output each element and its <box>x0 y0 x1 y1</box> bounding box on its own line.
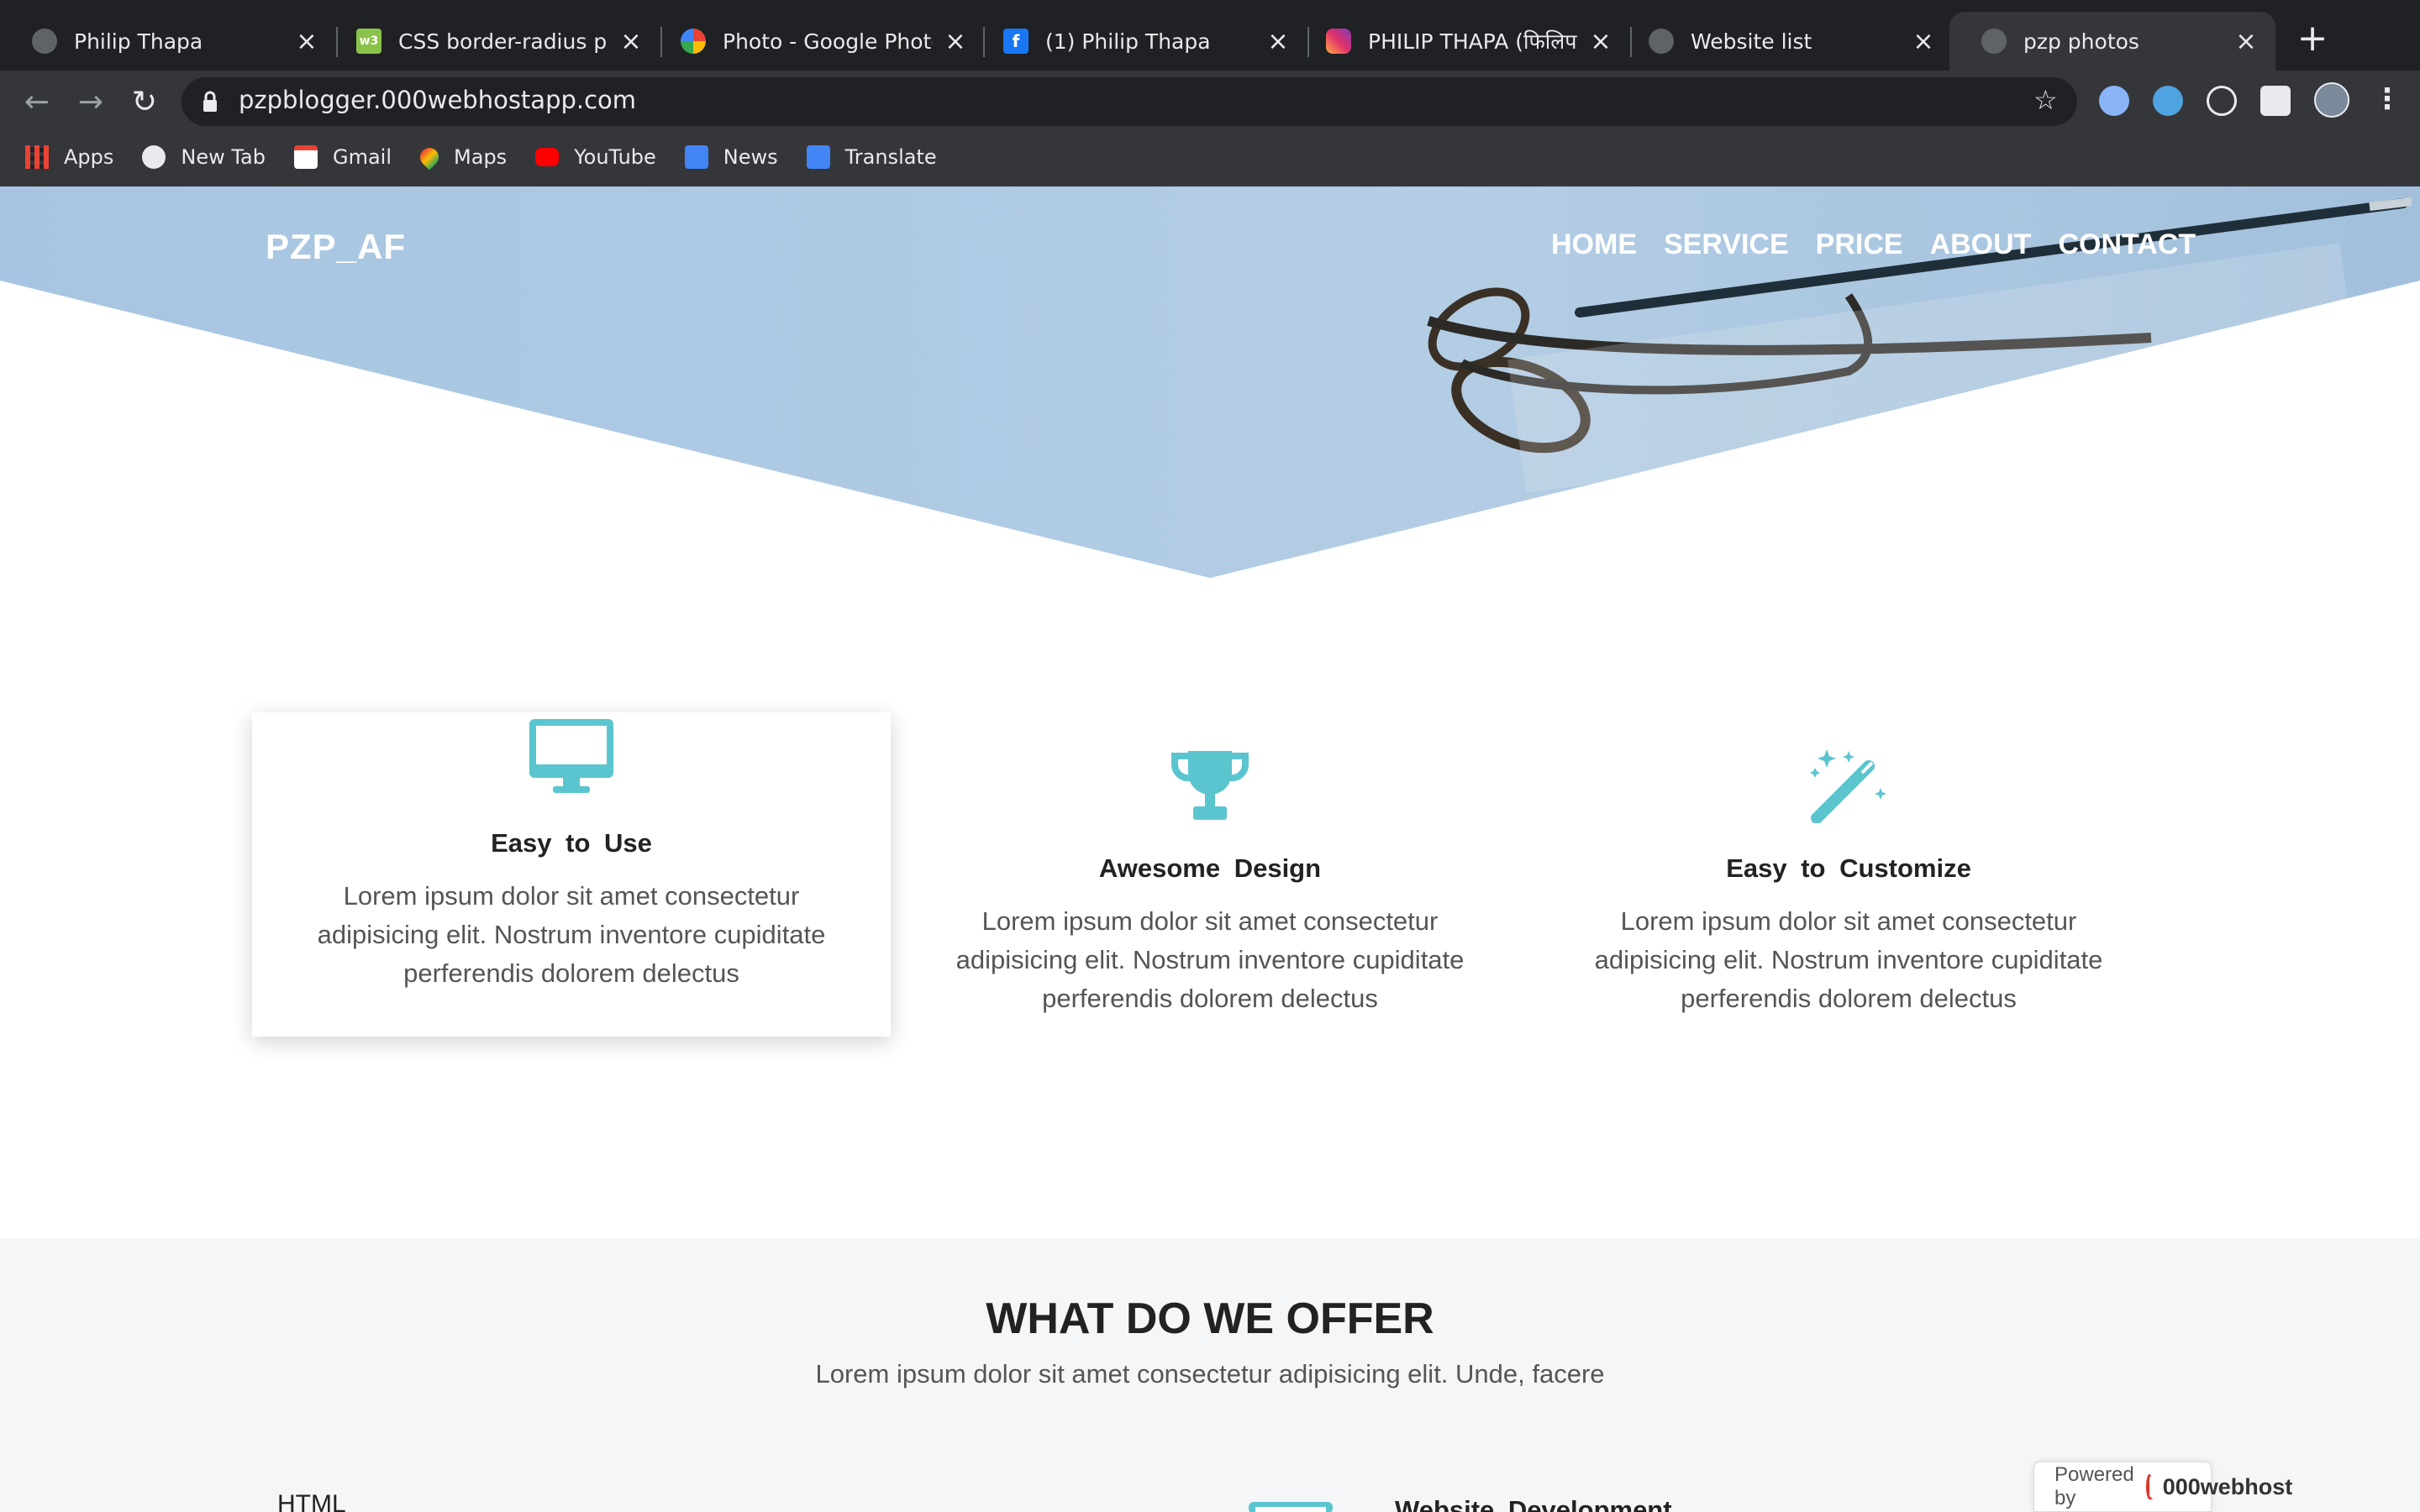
hero-banner: PZP_AF HOME SERVICE PRICE ABOUT CONTACT <box>0 186 2420 578</box>
feature-title: Easy to Use <box>491 828 652 858</box>
back-icon[interactable]: ← <box>18 84 55 121</box>
tab-title: (1) Philip Thapa <box>1045 29 1211 54</box>
bookmark-news[interactable]: News <box>684 145 778 169</box>
bookmark-apps[interactable]: Apps <box>25 145 113 169</box>
close-icon[interactable]: × <box>294 27 319 56</box>
globe-icon <box>142 145 166 169</box>
maps-icon <box>416 144 443 171</box>
nav-home[interactable]: HOME <box>1551 228 1637 261</box>
site-logo[interactable]: PZP_AF <box>266 227 406 267</box>
tab-instagram[interactable]: PHILIP THAPA (फिलिप थ × <box>1294 12 1630 71</box>
feature-easy-to-customize: Easy to Customize Lorem ipsum dolor sit … <box>1529 748 2168 1018</box>
powered-by-badge[interactable]: Powered by 000webhost <box>2033 1462 2292 1512</box>
tab-title: Website list <box>1691 29 1812 54</box>
tab-strip: Philip Thapa × w3 CSS border-radius pro … <box>0 0 2420 71</box>
tab-title: CSS border-radius pro <box>398 29 608 54</box>
bookmark-label: New Tab <box>181 145 266 169</box>
avatar[interactable] <box>2314 82 2349 118</box>
gmail-icon <box>294 145 318 169</box>
monitor-icon <box>1249 1502 1333 1512</box>
main-nav: HOME SERVICE PRICE ABOUT CONTACT <box>1551 228 2223 261</box>
powered-by-text: Powered by <box>2054 1463 2134 1509</box>
tab-google-photos[interactable]: Photo - Google Photos × <box>649 12 985 71</box>
more-menu-icon[interactable]: ⋮ <box>2373 82 2402 116</box>
monitor-icon <box>529 719 613 793</box>
bookmark-label: YouTube <box>574 145 656 169</box>
bookmark-label: News <box>723 145 778 169</box>
section-title: WHAT DO WE OFFER <box>986 1294 1434 1343</box>
feature-text: Lorem ipsum dolor sit amet consectetur a… <box>1594 906 2103 1013</box>
close-icon[interactable]: × <box>618 27 644 56</box>
tab-facebook[interactable]: f (1) Philip Thapa × <box>971 12 1307 71</box>
w3-icon: w3 <box>356 29 381 54</box>
google-photos-icon <box>681 29 706 54</box>
tab-title: PHILIP THAPA (फिलिप थ <box>1368 29 1578 54</box>
feature-title: Easy to Customize <box>1726 853 1971 883</box>
bookmark-gmail[interactable]: Gmail <box>294 145 392 169</box>
facebook-icon: f <box>1003 29 1028 54</box>
tab-website-list[interactable]: Website list × <box>1617 12 1953 71</box>
url-text[interactable]: pzpblogger.000webhostapp.com <box>239 86 636 114</box>
bookmarks-bar: Apps New Tab Gmail Maps YouTube News Tra… <box>25 139 965 175</box>
bookmark-label: Apps <box>64 145 114 169</box>
news-icon <box>684 145 708 169</box>
close-icon[interactable]: × <box>2233 27 2259 56</box>
nav-contact[interactable]: CONTACT <box>2058 228 2196 261</box>
nav-about[interactable]: ABOUT <box>1930 228 2032 261</box>
feature-text: Lorem ipsum dolor sit amet consectetur a… <box>317 881 826 988</box>
bookmark-translate[interactable]: Translate <box>806 145 937 169</box>
tab-pzp-photos[interactable]: pzp photos × <box>1949 12 2275 71</box>
lock-icon <box>203 91 217 112</box>
nav-service[interactable]: SERVICE <box>1664 228 1789 261</box>
extension-icon[interactable] <box>2099 86 2129 116</box>
bookmark-youtube[interactable]: YouTube <box>535 145 656 169</box>
bookmark-label: Translate <box>844 145 937 169</box>
feature-awesome-design: Awesome Design Lorem ipsum dolor sit ame… <box>891 748 1529 1018</box>
powered-by-brand: 000webhost <box>2162 1473 2293 1499</box>
tab-title: Photo - Google Photos <box>723 29 933 54</box>
close-icon[interactable]: × <box>1265 27 1291 56</box>
forward-icon[interactable]: → <box>72 84 109 121</box>
extension-icon[interactable] <box>2153 86 2183 116</box>
instagram-icon <box>1326 29 1351 54</box>
reload-icon[interactable]: ↻ <box>126 84 163 121</box>
magic-wand-icon <box>1810 749 1886 823</box>
feature-title: Awesome Design <box>1098 853 1322 883</box>
globe-icon <box>1981 29 2007 54</box>
close-icon[interactable]: × <box>1911 27 1936 56</box>
apps-grid-icon <box>25 145 49 169</box>
youtube-icon <box>535 148 560 166</box>
tab-title: pzp photos <box>2023 29 2139 54</box>
globe-icon <box>1649 29 1674 54</box>
tab-philip-thapa[interactable]: Philip Thapa × <box>0 12 336 71</box>
feature-card-easy-to-use[interactable]: Easy to Use Lorem ipsum dolor sit amet c… <box>252 712 891 1037</box>
react-devtools-icon[interactable] <box>2207 86 2237 116</box>
globe-icon <box>32 29 57 54</box>
feature-text: Lorem ipsum dolor sit amet consectetur a… <box>955 906 1465 1013</box>
new-tab-button[interactable]: + <box>2294 20 2331 59</box>
section-subtitle: Lorem ipsum dolor sit amet consectetur a… <box>815 1359 1605 1389</box>
bookmark-label: Maps <box>454 145 508 169</box>
bookmark-maps[interactable]: Maps <box>416 144 508 171</box>
skill-label: HTML <box>277 1490 346 1512</box>
bookmark-new-tab[interactable]: New Tab <box>142 145 266 169</box>
tab-title: Philip Thapa <box>74 29 203 54</box>
bookmark-star-icon[interactable]: ☆ <box>2033 84 2058 116</box>
trophy-icon <box>1171 751 1249 820</box>
translate-icon <box>806 145 830 169</box>
tab-css-border-radius[interactable]: w3 CSS border-radius pro × <box>324 12 660 71</box>
close-icon[interactable]: × <box>943 27 968 56</box>
000webhost-logo-icon <box>2145 1474 2153 1499</box>
service-title: Website Development <box>1395 1495 1672 1512</box>
web-page: PZP_AF HOME SERVICE PRICE ABOUT CONTACT … <box>0 186 2420 1512</box>
puzzle-icon[interactable] <box>2260 86 2291 116</box>
bookmark-label: Gmail <box>333 145 392 169</box>
close-icon[interactable]: × <box>1588 27 1613 56</box>
nav-price[interactable]: PRICE <box>1816 228 1903 261</box>
